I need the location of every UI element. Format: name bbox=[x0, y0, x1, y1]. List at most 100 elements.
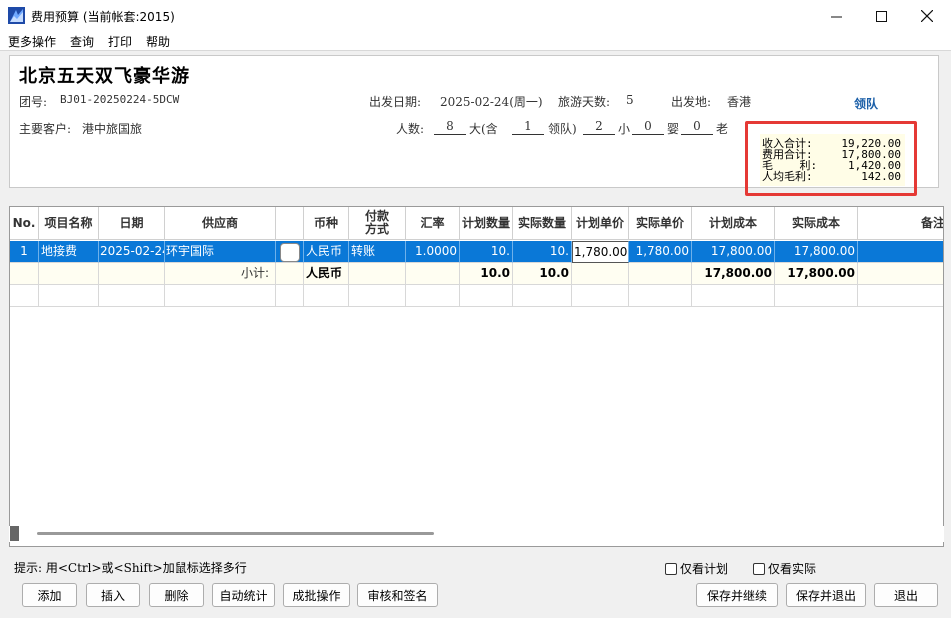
cell-empty[interactable] bbox=[10, 285, 39, 307]
cell-empty[interactable] bbox=[99, 285, 165, 307]
subtotal-row: 小计: 人民币 10.0 10.0 17,800.00 17,800.00 bbox=[10, 263, 943, 285]
cell-empty bbox=[406, 263, 460, 285]
subtotal-plan-qty: 10.0 bbox=[460, 263, 513, 285]
depart-date: 2025-02-24(周一) bbox=[440, 95, 543, 109]
cell-empty bbox=[99, 263, 165, 285]
col-plan-cost[interactable]: 计划成本 bbox=[692, 207, 775, 239]
cell-empty[interactable] bbox=[513, 285, 572, 307]
infant-count[interactable]: 0 bbox=[632, 119, 664, 135]
cell-remark[interactable] bbox=[858, 241, 943, 263]
insert-button[interactable]: 插入 bbox=[86, 583, 140, 607]
cell-empty[interactable] bbox=[775, 285, 858, 307]
col-actual-qty[interactable]: 实际数量 bbox=[513, 207, 572, 239]
cell-rate[interactable]: 1.0000 bbox=[406, 241, 460, 263]
cell-empty[interactable] bbox=[165, 285, 276, 307]
cost-grid: No. 项目名称 日期 供应商 币种 付款 方式 汇率 计划数量 实际数量 计划… bbox=[9, 206, 944, 547]
col-remark[interactable]: 备注 bbox=[858, 207, 943, 239]
subtotal-label: 小计: bbox=[165, 263, 276, 285]
group-no-label: 团号: bbox=[19, 95, 48, 109]
col-plan-price[interactable]: 计划单价 bbox=[572, 207, 629, 239]
leader-count[interactable]: 1 bbox=[512, 119, 544, 135]
minimize-button[interactable] bbox=[813, 0, 859, 32]
cell-item[interactable]: 地接费 bbox=[39, 241, 99, 263]
menu-query[interactable]: 查询 bbox=[70, 33, 94, 50]
exit-button[interactable]: 退出 bbox=[874, 583, 938, 607]
cell-empty bbox=[349, 263, 406, 285]
subtotal-actual-qty: 10.0 bbox=[513, 263, 572, 285]
col-supplier[interactable]: 供应商 bbox=[165, 207, 276, 239]
cell-empty[interactable] bbox=[692, 285, 775, 307]
cell-empty[interactable] bbox=[858, 285, 943, 307]
save-continue-button[interactable]: 保存并继续 bbox=[696, 583, 778, 607]
col-payment[interactable]: 付款 方式 bbox=[349, 207, 406, 239]
cell-empty[interactable] bbox=[629, 285, 692, 307]
cell-empty bbox=[629, 263, 692, 285]
col-no[interactable]: No. bbox=[10, 207, 39, 239]
per-capita-value: 142.00 bbox=[861, 170, 901, 183]
cell-empty[interactable] bbox=[39, 285, 99, 307]
col-currency[interactable]: 币种 bbox=[304, 207, 349, 239]
cell-plan-qty[interactable]: 10. bbox=[460, 241, 513, 263]
col-actual-cost[interactable]: 实际成本 bbox=[775, 207, 858, 239]
cell-actual-price[interactable]: 1,780.00 bbox=[629, 241, 692, 263]
customer: 港中旅国旅 bbox=[82, 122, 143, 136]
add-button[interactable]: 添加 bbox=[22, 583, 77, 607]
child-count[interactable]: 2 bbox=[583, 119, 615, 135]
menu-more-actions[interactable]: 更多操作 bbox=[8, 33, 56, 50]
col-actual-price[interactable]: 实际单价 bbox=[629, 207, 692, 239]
cell-actual-qty[interactable]: 10. bbox=[513, 241, 572, 263]
app-icon bbox=[8, 7, 25, 24]
cell-empty[interactable] bbox=[572, 285, 629, 307]
maximize-button[interactable] bbox=[858, 0, 904, 32]
close-icon bbox=[921, 10, 933, 22]
col-item[interactable]: 项目名称 bbox=[39, 207, 99, 239]
cell-empty bbox=[858, 263, 943, 285]
col-plan-qty[interactable]: 计划数量 bbox=[460, 207, 513, 239]
tour-name: 北京五天双飞豪华游 bbox=[19, 66, 190, 87]
cell-empty[interactable] bbox=[349, 285, 406, 307]
empty-row[interactable] bbox=[10, 285, 943, 307]
elder-count[interactable]: 0 bbox=[681, 119, 713, 135]
close-button[interactable] bbox=[904, 0, 950, 32]
cell-plan-price-editor[interactable]: 1,780.00 bbox=[572, 241, 629, 263]
cell-empty[interactable] bbox=[460, 285, 513, 307]
col-date[interactable]: 日期 bbox=[99, 207, 165, 239]
window-title: 费用预算 (当前帐套:2015) bbox=[31, 10, 175, 24]
cell-currency[interactable]: 人民币 bbox=[304, 241, 349, 263]
cell-date[interactable]: 2025-02-24 bbox=[99, 241, 165, 263]
infant-label: 婴 bbox=[667, 122, 680, 136]
save-exit-button[interactable]: 保存并退出 bbox=[786, 583, 866, 607]
checkbox-box[interactable] bbox=[665, 562, 677, 575]
days-label: 旅游天数: bbox=[558, 95, 611, 109]
cell-plan-cost[interactable]: 17,800.00 bbox=[692, 241, 775, 263]
scrollbar-left-handle[interactable] bbox=[10, 526, 19, 541]
grid-header: No. 项目名称 日期 供应商 币种 付款 方式 汇率 计划数量 实际数量 计划… bbox=[10, 207, 943, 240]
col-rate[interactable]: 汇率 bbox=[406, 207, 460, 239]
checkbox-box[interactable] bbox=[753, 562, 765, 575]
cell-actual-cost[interactable]: 17,800.00 bbox=[775, 241, 858, 263]
origin: 香港 bbox=[727, 95, 752, 109]
table-row[interactable]: 1 地接费 2025-02-24 环宇国际 人民币 转账 1.0000 10. … bbox=[10, 241, 943, 263]
row-checkbox[interactable] bbox=[280, 243, 300, 262]
menu-print[interactable]: 打印 bbox=[108, 33, 132, 50]
days: 5 bbox=[626, 93, 634, 107]
cell-supplier[interactable]: 环宇国际 bbox=[165, 241, 276, 263]
col-blank[interactable] bbox=[276, 207, 304, 239]
only-actual-checkbox[interactable]: 仅看实际 bbox=[753, 560, 816, 577]
people-count[interactable]: 8 bbox=[434, 119, 466, 135]
only-plan-checkbox[interactable]: 仅看计划 bbox=[665, 560, 728, 577]
cell-empty[interactable] bbox=[304, 285, 349, 307]
subtotal-plan-cost: 17,800.00 bbox=[692, 263, 775, 285]
auto-stat-button[interactable]: 自动统计 bbox=[212, 583, 275, 607]
cell-no[interactable]: 1 bbox=[10, 241, 39, 263]
cell-payment[interactable]: 转账 bbox=[349, 241, 406, 263]
delete-button[interactable]: 删除 bbox=[149, 583, 204, 607]
review-sign-button[interactable]: 审核和签名 bbox=[357, 583, 438, 607]
scrollbar-thumb[interactable] bbox=[37, 532, 434, 535]
cell-empty[interactable] bbox=[406, 285, 460, 307]
summary-highlight: 收入合计: 19,220.00 费用合计: 17,800.00 毛 利: 1,4… bbox=[745, 121, 917, 196]
cell-empty[interactable] bbox=[276, 285, 304, 307]
per-capita-label: 人均毛利: bbox=[762, 170, 813, 183]
batch-button[interactable]: 成批操作 bbox=[283, 583, 350, 607]
menu-help[interactable]: 帮助 bbox=[146, 33, 170, 50]
